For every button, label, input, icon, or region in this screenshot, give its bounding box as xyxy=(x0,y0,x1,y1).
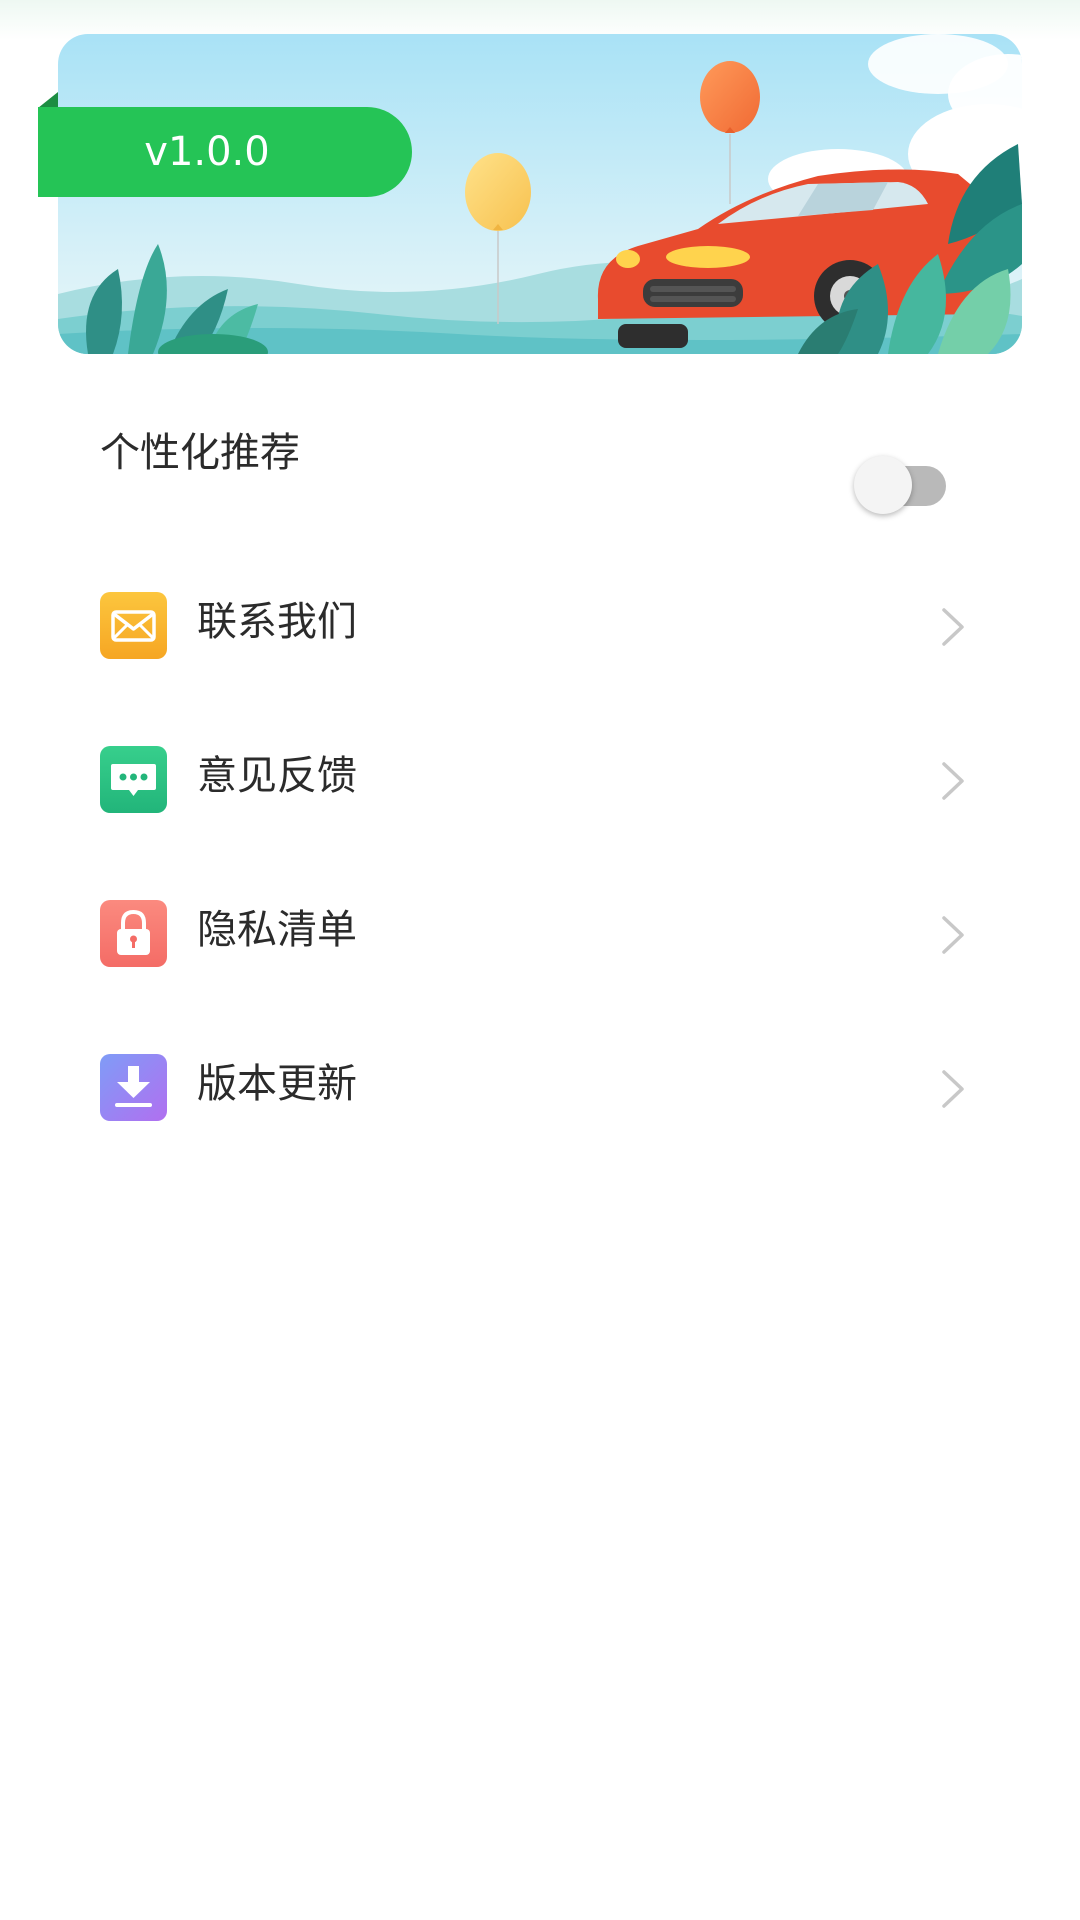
personalized-recommendation-switch[interactable] xyxy=(854,446,947,536)
lock-icon xyxy=(100,900,167,967)
menu-item-privacy-list[interactable]: 隐私清单 xyxy=(100,900,980,1000)
menu-item-label: 版本更新 xyxy=(197,1061,357,1107)
switch-thumb xyxy=(854,456,912,514)
chevron-right-icon xyxy=(942,762,964,800)
menu-item-feedback[interactable]: 意见反馈 xyxy=(100,746,980,846)
chat-bubble-icon xyxy=(100,746,167,813)
chevron-right-icon xyxy=(942,608,964,646)
menu-item-version-update[interactable]: 版本更新 xyxy=(100,1054,980,1154)
menu-item-label: 联系我们 xyxy=(197,599,357,645)
personalized-recommendation-label: 个性化推荐 xyxy=(100,430,300,476)
version-badge: v1.0.0 xyxy=(38,107,412,197)
download-icon xyxy=(100,1054,167,1121)
menu-item-contact-us[interactable]: 联系我们 xyxy=(100,592,980,692)
mail-icon xyxy=(100,592,167,659)
chevron-right-icon xyxy=(942,1070,964,1108)
version-ribbon-fold xyxy=(38,92,58,108)
chevron-right-icon xyxy=(942,916,964,954)
menu-item-label: 意见反馈 xyxy=(197,753,357,799)
personalized-recommendation-row: 个性化推荐 xyxy=(100,420,950,514)
menu-item-label: 隐私清单 xyxy=(197,907,357,953)
